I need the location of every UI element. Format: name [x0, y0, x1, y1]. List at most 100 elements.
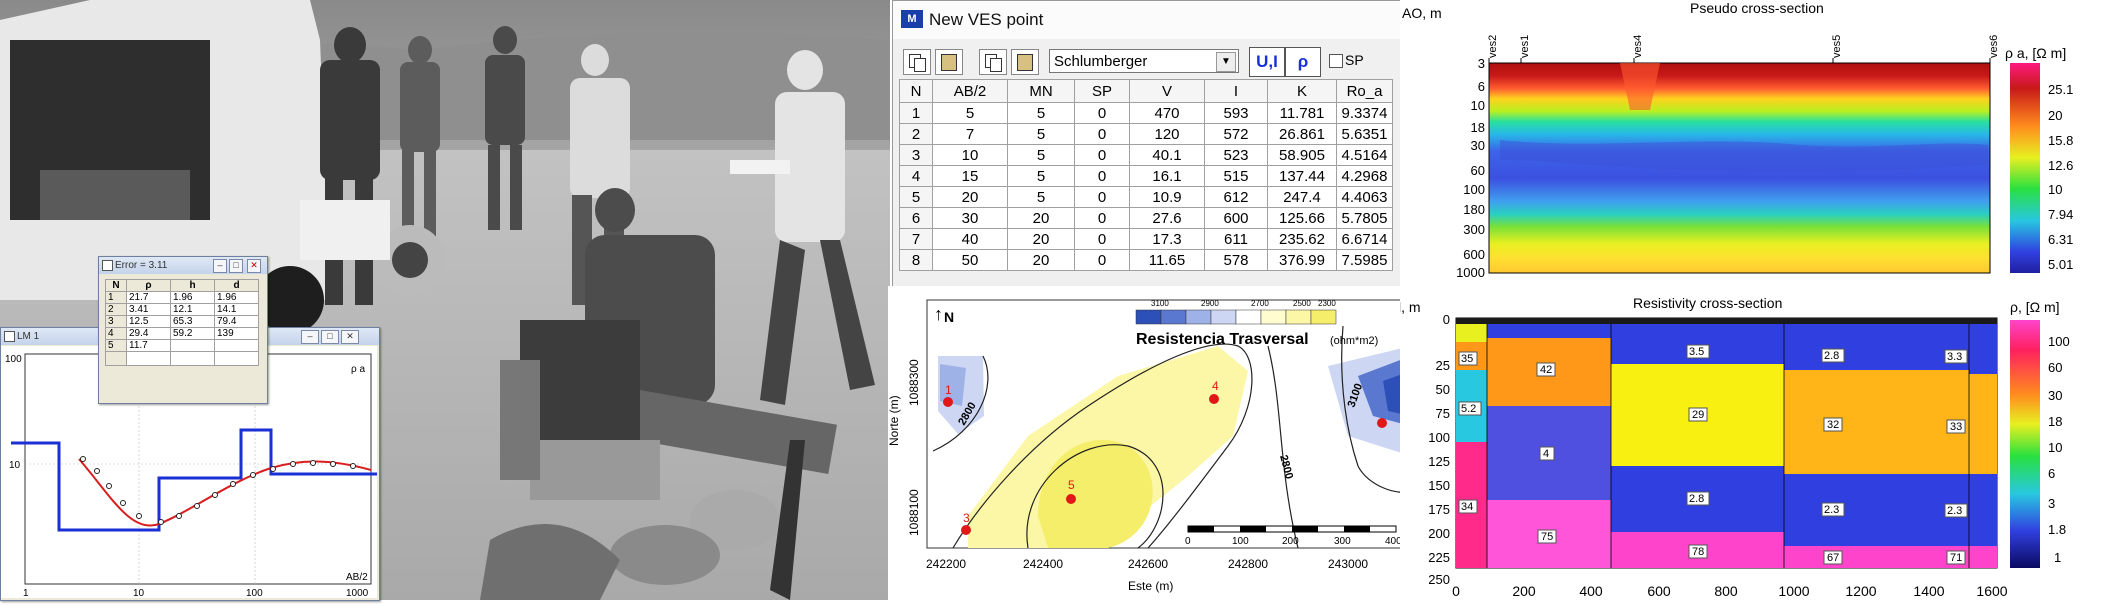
table-row[interactable]: 1 21.7 1.96 1.96 [105, 291, 259, 304]
cell[interactable]: 17.3 [1129, 228, 1205, 250]
cell[interactable]: 50 [932, 249, 1008, 271]
cell[interactable] [170, 351, 215, 366]
cell[interactable]: 20 [1007, 207, 1075, 229]
cell[interactable]: 10 [932, 144, 1008, 166]
cell[interactable]: 11.7 [126, 339, 171, 352]
cell[interactable]: 572 [1204, 123, 1268, 145]
cell[interactable]: 612 [1204, 186, 1268, 208]
cell[interactable]: 5 [932, 102, 1008, 124]
table-row[interactable]: 1 5 5 0 470 593 11.781 9.3374 [899, 102, 1393, 124]
voltage-current-button[interactable]: U,I [1249, 47, 1285, 77]
cell[interactable]: 6.6714 [1336, 228, 1393, 250]
cell[interactable]: 376.99 [1267, 249, 1337, 271]
cell[interactable]: 1.96 [214, 291, 259, 304]
cell[interactable]: 11.781 [1267, 102, 1337, 124]
table-row[interactable]: 4 29.4 59.2 139 [105, 327, 259, 340]
cell[interactable]: 40.1 [1129, 144, 1205, 166]
cell[interactable]: 79.4 [214, 315, 259, 328]
table-row[interactable]: 5 11.7 [105, 339, 259, 352]
cell[interactable]: 0 [1074, 165, 1130, 187]
cell[interactable]: 5 [1007, 123, 1075, 145]
copy-icon[interactable] [903, 49, 931, 75]
cell[interactable]: 0 [1074, 249, 1130, 271]
cell[interactable]: 523 [1204, 144, 1268, 166]
cell[interactable]: 235.62 [1267, 228, 1337, 250]
cell[interactable]: 21.7 [126, 291, 171, 304]
table-row[interactable]: 3 12.5 65.3 79.4 [105, 315, 259, 328]
cell[interactable]: 20 [1007, 228, 1075, 250]
cell[interactable]: 59.2 [170, 327, 215, 340]
cell[interactable]: 593 [1204, 102, 1268, 124]
close-button[interactable]: ✕ [247, 259, 261, 273]
cell[interactable]: 5 [1007, 102, 1075, 124]
cell[interactable]: 4.5164 [1336, 144, 1393, 166]
array-type-select[interactable]: Schlumberger ▼ [1049, 49, 1239, 73]
cell[interactable]: 0 [1074, 144, 1130, 166]
cell[interactable]: 5.6351 [1336, 123, 1393, 145]
cell[interactable]: 4.4063 [1336, 186, 1393, 208]
cell[interactable]: 3.41 [126, 303, 171, 316]
cell[interactable]: 15 [932, 165, 1008, 187]
copy-table-icon[interactable] [979, 49, 1007, 75]
ves-table[interactable]: N AB/2 MN SP V I K Ro_a 1 5 5 0 470 593 … [899, 79, 1393, 271]
ves-titlebar[interactable]: M New VES point [893, 1, 1401, 39]
cell[interactable]: 578 [1204, 249, 1268, 271]
cell[interactable]: 4.2968 [1336, 165, 1393, 187]
minimize-button[interactable]: – [301, 330, 319, 344]
table-row[interactable]: 6 30 20 0 27.6 600 125.66 5.7805 [899, 207, 1393, 229]
maximize-button[interactable]: □ [321, 330, 339, 344]
table-row[interactable]: 8 50 20 0 11.65 578 376.99 7.5985 [899, 249, 1393, 271]
sp-checkbox[interactable] [1329, 54, 1343, 68]
cell[interactable]: 16.1 [1129, 165, 1205, 187]
cell[interactable]: 0 [1074, 207, 1130, 229]
cell[interactable]: 247.4 [1267, 186, 1337, 208]
table-row[interactable]: 2 3.41 12.1 14.1 [105, 303, 259, 316]
maximize-button[interactable]: □ [229, 259, 243, 273]
cell[interactable]: 137.44 [1267, 165, 1337, 187]
new-ves-point-window[interactable]: M New VES point Schlumberger ▼ U,I ρ SP … [892, 0, 1402, 288]
cell[interactable]: 7 [932, 123, 1008, 145]
table-row[interactable] [105, 351, 259, 366]
cell[interactable]: 40 [932, 228, 1008, 250]
cell[interactable]: 12.1 [170, 303, 215, 316]
cell[interactable]: 120 [1129, 123, 1205, 145]
close-button[interactable]: ✕ [341, 330, 359, 344]
cell[interactable]: 5 [1007, 165, 1075, 187]
error-window[interactable]: Error = 3.11 – □ ✕ N ρ h d 1 21.7 1.96 1… [98, 256, 268, 404]
cell[interactable]: 12.5 [126, 315, 171, 328]
error-table[interactable]: N ρ h d 1 21.7 1.96 1.96 2 3.41 12.1 14.… [105, 279, 259, 366]
cell[interactable]: 515 [1204, 165, 1268, 187]
cell[interactable]: 14.1 [214, 303, 259, 316]
paste-table-icon[interactable] [1011, 49, 1039, 75]
cell[interactable]: 139 [214, 327, 259, 340]
cell[interactable]: 0 [1074, 228, 1130, 250]
table-row[interactable]: 4 15 5 0 16.1 515 137.44 4.2968 [899, 165, 1393, 187]
cell[interactable]: 30 [932, 207, 1008, 229]
cell[interactable] [214, 351, 259, 366]
cell[interactable]: 20 [1007, 249, 1075, 271]
minimize-button[interactable]: – [213, 259, 227, 273]
cell[interactable]: 27.6 [1129, 207, 1205, 229]
cell[interactable]: 611 [1204, 228, 1268, 250]
error-titlebar[interactable]: Error = 3.11 – □ ✕ [99, 257, 267, 274]
cell[interactable]: 26.861 [1267, 123, 1337, 145]
cell[interactable]: 5.7805 [1336, 207, 1393, 229]
chevron-down-icon[interactable]: ▼ [1216, 52, 1236, 72]
cell[interactable]: 9.3374 [1336, 102, 1393, 124]
cell[interactable]: 10.9 [1129, 186, 1205, 208]
cell[interactable]: 125.66 [1267, 207, 1337, 229]
table-row[interactable]: 3 10 5 0 40.1 523 58.905 4.5164 [899, 144, 1393, 166]
cell[interactable]: 7.5985 [1336, 249, 1393, 271]
cell[interactable]: 5 [1007, 144, 1075, 166]
cell[interactable]: 470 [1129, 102, 1205, 124]
cell[interactable] [126, 351, 171, 366]
cell[interactable] [214, 339, 259, 352]
cell[interactable]: 5 [1007, 186, 1075, 208]
cell[interactable]: 0 [1074, 186, 1130, 208]
cell[interactable] [170, 339, 215, 352]
cell[interactable]: 58.905 [1267, 144, 1337, 166]
table-row[interactable]: 2 7 5 0 120 572 26.861 5.6351 [899, 123, 1393, 145]
cell[interactable]: 20 [932, 186, 1008, 208]
cell[interactable]: 1.96 [170, 291, 215, 304]
cell[interactable]: 29.4 [126, 327, 171, 340]
